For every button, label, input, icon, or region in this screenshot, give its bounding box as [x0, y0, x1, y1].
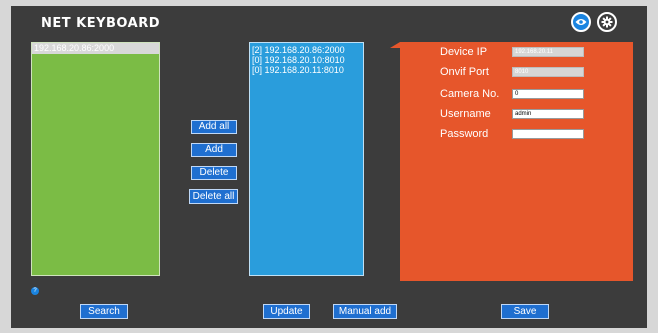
add-button[interactable]: Add [191, 143, 237, 157]
help-icon[interactable]: ? [31, 287, 39, 295]
username-label: Username [440, 108, 491, 120]
added-device-list[interactable]: [2] 192.168.20.86:2000 [0] 192.168.20.10… [249, 42, 364, 276]
add-all-button[interactable]: Add all [191, 120, 237, 134]
manual-add-button[interactable]: Manual add [333, 304, 397, 319]
update-button[interactable]: Update [263, 304, 310, 319]
net-keyboard-window: NET KEYBOARD 192.168.20.86:2000 Add all … [11, 6, 647, 328]
device-settings-panel: Device IP 192.168.20.11 Onvif Port 8010 … [390, 42, 633, 281]
password-label: Password [440, 128, 489, 140]
device-ip-field: 192.168.20.11 [512, 47, 584, 57]
device-ip-label: Device IP [440, 46, 488, 58]
device-list-item[interactable]: [0] 192.168.20.11:8010 [252, 65, 363, 75]
camera-no-label: Camera No. [440, 88, 500, 100]
list-action-buttons: Add all Add Delete Delete all [189, 120, 238, 213]
app-title: NET KEYBOARD [41, 16, 160, 31]
delete-button[interactable]: Delete [191, 166, 237, 180]
onvif-port-field: 8010 [512, 67, 584, 77]
username-field[interactable]: admin [512, 109, 584, 119]
discovered-device-list[interactable]: 192.168.20.86:2000 [31, 42, 160, 276]
gear-icon[interactable] [597, 12, 617, 32]
top-icons [571, 12, 617, 32]
onvif-port-label: Onvif Port [440, 66, 489, 78]
delete-all-button[interactable]: Delete all [189, 189, 238, 204]
device-list-item[interactable]: [2] 192.168.20.86:2000 [252, 45, 363, 55]
discovered-device-row[interactable]: 192.168.20.86:2000 [32, 43, 159, 54]
password-field[interactable] [512, 129, 584, 139]
device-list-item[interactable]: [0] 192.168.20.10:8010 [252, 55, 363, 65]
eye-icon[interactable] [571, 12, 591, 32]
search-button[interactable]: Search [80, 304, 128, 319]
save-button[interactable]: Save [501, 304, 549, 319]
camera-no-field[interactable]: 0 [512, 89, 584, 99]
